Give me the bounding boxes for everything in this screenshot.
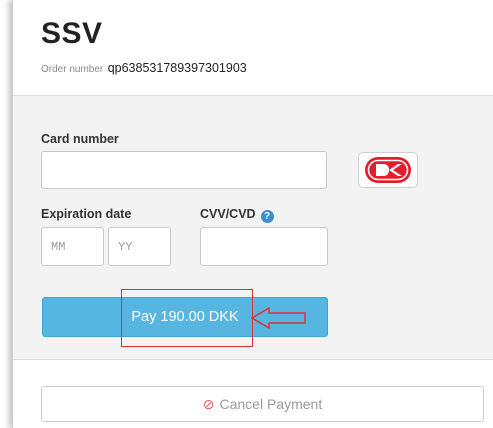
cvv-label-group: CVV/CVD? — [200, 207, 274, 223]
cancel-icon: ⊘ — [202, 395, 215, 412]
card-brand-logo — [358, 152, 418, 188]
dankort-icon — [365, 157, 411, 183]
card-form: Card number Expiration date MM YY CVV/CV… — [13, 95, 493, 360]
cancel-payment-label: Cancel Payment — [219, 396, 323, 412]
card-number-input[interactable] — [41, 151, 327, 189]
order-number-label: Order number — [41, 64, 104, 75]
expiration-date-label: Expiration date — [41, 207, 132, 221]
order-number-line: Order number qp638531789397301903 — [41, 59, 247, 77]
annotation-highlight-box — [121, 289, 253, 347]
cancel-payment-button[interactable]: ⊘ Cancel Payment — [41, 386, 484, 422]
cvv-label: CVV/CVD — [200, 207, 256, 221]
card-number-label: Card number — [41, 132, 119, 146]
help-icon[interactable]: ? — [260, 210, 274, 223]
expiry-year-input[interactable]: YY — [108, 227, 171, 266]
order-number-value: qp638531789397301903 — [107, 61, 247, 75]
cvv-input[interactable] — [200, 227, 328, 266]
expiry-month-input[interactable]: MM — [41, 227, 104, 266]
annotation-arrow-icon — [251, 306, 306, 330]
merchant-title: SSV — [41, 17, 103, 50]
payment-window: SSV Order number qp638531789397301903 Ca… — [12, 0, 493, 428]
payment-header: SSV Order number qp638531789397301903 — [13, 0, 493, 95]
